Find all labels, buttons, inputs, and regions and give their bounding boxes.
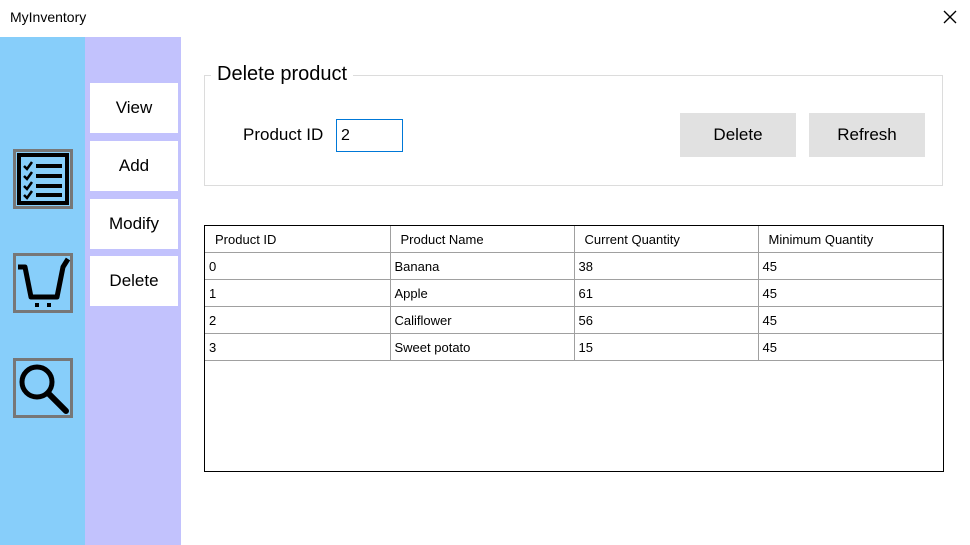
table-row[interactable]: 1 Apple 61 45 [205,279,943,307]
product-id-input[interactable] [336,119,403,152]
window-title: MyInventory [10,9,87,25]
table-row[interactable]: 0 Banana 38 45 [205,252,943,280]
column-header[interactable]: Current Quantity [573,226,759,253]
table-cell[interactable]: Califlower [389,306,575,334]
view-button[interactable]: View [90,83,178,133]
delete-button[interactable]: Delete [680,113,796,157]
table-cell[interactable]: 45 [757,306,943,334]
table-cell[interactable]: 3 [205,333,391,361]
checklist-icon [13,149,73,209]
delete-menu-button[interactable]: Delete [90,256,178,306]
table-cell[interactable]: 61 [573,279,759,307]
column-header[interactable]: Minimum Quantity [757,226,943,253]
table-cell[interactable]: 45 [757,252,943,280]
close-icon [943,10,957,24]
table-cell[interactable]: 15 [573,333,759,361]
table-row[interactable]: 3 Sweet potato 15 45 [205,333,943,361]
table-cell[interactable]: 0 [205,252,391,280]
modify-button[interactable]: Modify [90,199,178,249]
table-row[interactable]: 2 Califlower 56 45 [205,306,943,334]
table-cell[interactable]: Banana [389,252,575,280]
group-title: Delete product [211,63,354,86]
column-header[interactable]: Product ID [205,226,391,253]
table-cell[interactable]: 1 [205,279,391,307]
cart-icon [13,253,73,313]
menu-sidebar: View Add Modify Delete [85,37,181,545]
search-icon [13,358,73,418]
icon-sidebar [0,37,85,545]
checklist-button[interactable] [13,149,73,209]
table-header-row: Product ID Product Name Current Quantity… [205,226,943,253]
table-cell[interactable]: 38 [573,252,759,280]
refresh-button[interactable]: Refresh [809,113,925,157]
title-bar: MyInventory [0,0,970,37]
add-button[interactable]: Add [90,141,178,191]
cart-button[interactable] [13,253,73,313]
table-cell[interactable]: 45 [757,279,943,307]
data-table: Product ID Product Name Current Quantity… [205,226,943,361]
table-cell[interactable]: Apple [389,279,575,307]
column-header[interactable]: Product Name [389,226,575,253]
table-cell[interactable]: 2 [205,306,391,334]
table-cell[interactable]: 45 [757,333,943,361]
table-cell[interactable]: 56 [573,306,759,334]
search-button[interactable] [13,358,73,418]
close-button[interactable] [934,4,966,32]
product-id-label: Product ID [243,125,324,144]
table-cell[interactable]: Sweet potato [389,333,575,361]
products-table[interactable]: Product ID Product Name Current Quantity… [204,225,944,472]
